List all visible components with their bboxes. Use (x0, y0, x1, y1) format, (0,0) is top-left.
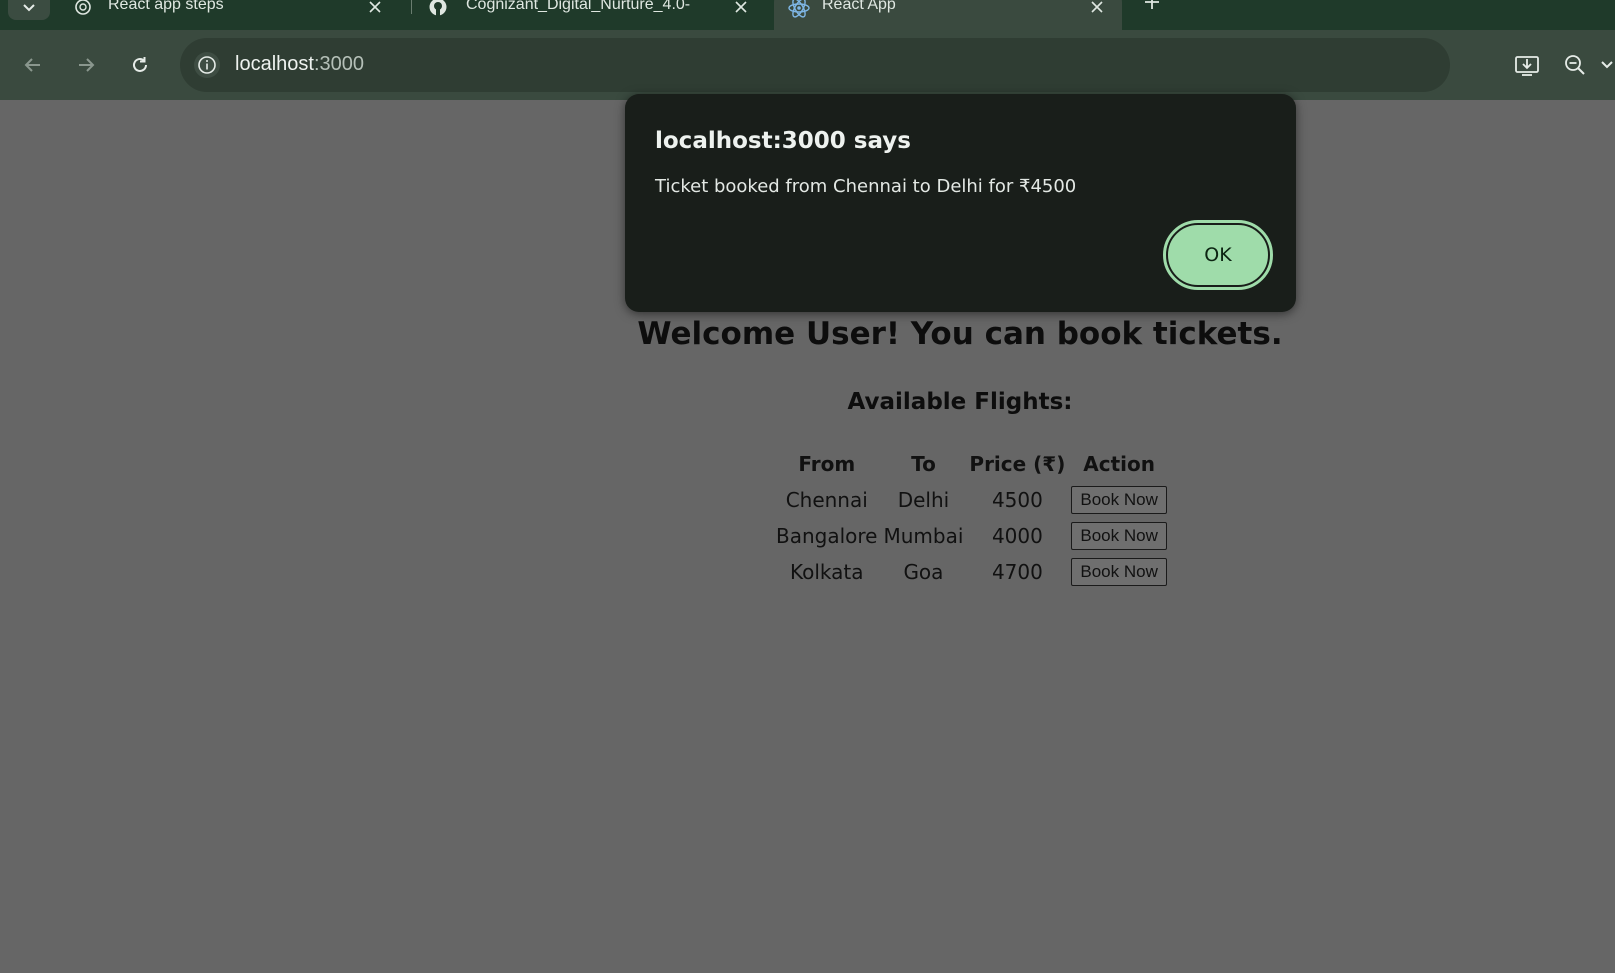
info-icon[interactable] (194, 52, 220, 78)
tab-title: React App (822, 0, 896, 13)
cell-price: 4000 (991, 524, 1043, 548)
chevron-down-icon (1600, 61, 1613, 69)
close-icon[interactable] (734, 0, 748, 14)
table-header-row: From To Price (₹) Action (774, 447, 1169, 481)
zoom-button[interactable] (1558, 48, 1592, 82)
reload-icon (133, 57, 147, 72)
column-header-to: To (911, 452, 936, 476)
dialog-title: localhost:3000 says (655, 128, 911, 154)
tab-strip-empty (1122, 0, 1615, 28)
tab-title: Cognizant_Digital_Nurture_4.0- (466, 0, 691, 13)
welcome-section: Welcome User! You can book tickets. (560, 316, 1360, 352)
install-app-button[interactable] (1510, 48, 1544, 82)
table-row: Kolkata Goa 4700 Book Now (774, 555, 1169, 589)
close-icon[interactable] (368, 0, 382, 14)
cell-price: 4700 (991, 560, 1043, 584)
toolbar-overflow[interactable] (1598, 48, 1615, 82)
column-header-from: From (798, 452, 856, 476)
arrow-left-icon (24, 58, 40, 72)
book-now-button[interactable]: Book Now (1071, 558, 1167, 586)
tab-separator (411, 0, 412, 14)
new-tab-plus-icon[interactable] (1144, 0, 1162, 12)
column-header-action: Action (1083, 452, 1155, 476)
zoom-out-icon (1565, 55, 1585, 75)
github-icon (429, 0, 447, 16)
browser-toolbar: localhost:3000 (0, 30, 1615, 100)
alert-dialog: localhost:3000 says Ticket booked from C… (625, 94, 1296, 312)
tab-title: React app steps (108, 0, 224, 13)
url-text: localhost:3000 (235, 53, 364, 76)
close-icon[interactable] (1090, 0, 1104, 14)
forward-button[interactable] (68, 47, 104, 83)
tab-react-app-steps[interactable]: React app steps (62, 0, 402, 26)
column-header-price: Price (₹) (969, 452, 1066, 476)
table-row: Bangalore Mumbai 4000 Book Now (774, 519, 1169, 553)
ok-button[interactable]: OK (1163, 220, 1273, 290)
url-port: :3000 (313, 53, 364, 75)
cell-from: Bangalore (776, 524, 878, 548)
cell-from: Chennai (785, 488, 868, 512)
flights-table: From To Price (₹) Action Chennai Delhi 4… (772, 445, 1171, 591)
table-row: Chennai Delhi 4500 Book Now (774, 483, 1169, 517)
tab-cognizant-github[interactable]: Cognizant_Digital_Nurture_4.0- (418, 0, 758, 26)
react-icon (788, 0, 810, 18)
cell-to: Delhi (897, 488, 950, 512)
flights-heading: Available Flights: (847, 389, 1073, 415)
url-host: localhost (235, 53, 314, 75)
openai-icon (75, 0, 91, 15)
arrow-right-icon (79, 58, 95, 72)
cell-action: Book Now (1069, 483, 1168, 517)
welcome-heading: Welcome User! You can book tickets. (637, 316, 1283, 352)
chevron-down-icon (23, 4, 35, 12)
back-button[interactable] (15, 47, 51, 83)
tab-search-button[interactable] (8, 0, 50, 20)
reload-button[interactable] (122, 47, 158, 83)
dialog-message: Ticket booked from Chennai to Delhi for … (655, 176, 1077, 197)
cell-to: Mumbai (883, 524, 964, 548)
cell-action: Book Now (1069, 555, 1168, 589)
book-now-button[interactable]: Book Now (1071, 522, 1167, 550)
install-icon (1515, 56, 1539, 76)
address-bar[interactable]: localhost:3000 (180, 38, 1450, 92)
cell-from: Kolkata (789, 560, 864, 584)
tab-strip: React app steps Cognizant_Digital_Nurtur… (0, 0, 1615, 30)
cell-action: Book Now (1069, 519, 1168, 553)
flights-section: Available Flights: (660, 389, 1260, 415)
tab-react-app[interactable]: React App (774, 0, 1122, 30)
book-now-button[interactable]: Book Now (1071, 486, 1167, 514)
cell-price: 4500 (991, 488, 1043, 512)
cell-to: Goa (903, 560, 944, 584)
